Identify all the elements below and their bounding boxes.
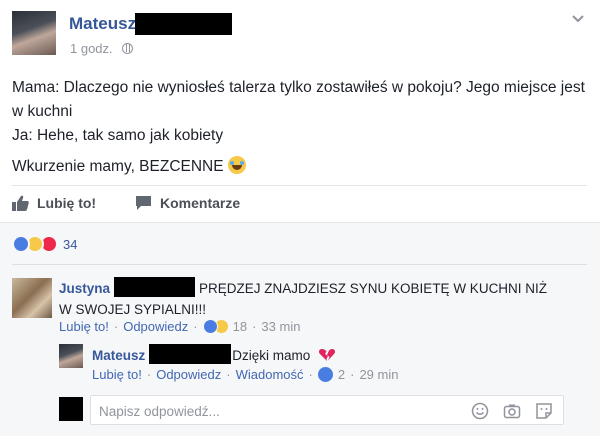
globe-icon [122, 43, 134, 54]
separator: · [252, 319, 257, 334]
divider [12, 185, 587, 186]
reactions-summary[interactable]: 34 [12, 235, 77, 253]
separator: · [193, 319, 198, 334]
separator: · [146, 367, 152, 382]
sticker-icon[interactable] [535, 402, 553, 420]
comment-time[interactable]: 33 min [261, 319, 300, 334]
reply-reaction-count[interactable]: 2 [338, 367, 345, 382]
separator: · [226, 367, 231, 382]
post-card: Mateusz 1 godz. Mama: Dlaczego nie wynio… [0, 0, 600, 222]
like-reaction-icon [12, 235, 30, 253]
author-avatar[interactable] [12, 11, 56, 55]
like-button[interactable]: Lubię to! [12, 195, 96, 211]
camera-icon[interactable] [503, 402, 521, 420]
comment-button-label: Komentarze [160, 195, 241, 211]
comment-button[interactable]: Komentarze [135, 195, 240, 211]
post-time[interactable]: 1 godz. [70, 41, 113, 56]
separator: · [113, 319, 119, 334]
comment-reply-link[interactable]: Odpowiedz [123, 319, 188, 334]
post-author-name[interactable]: Mateusz [69, 14, 136, 34]
reply-message-link[interactable]: Wiadomość [236, 367, 304, 382]
post-line: Ja: Hehe, tak samo jak kobiety [12, 127, 224, 144]
reply-body: Mateusz Dzięki mamo [92, 344, 336, 366]
comment-body: Justyna PRĘDZEJ ZNAJDZIESZ SYNU KOBIETĘ W… [59, 277, 559, 320]
post-line-text: Wkurzenie mamy, BEZCENNE [12, 158, 224, 175]
comment-icon [136, 196, 151, 210]
redaction-bar [149, 344, 232, 364]
reply-author-name[interactable]: Mateusz [92, 348, 145, 363]
reply-author-avatar[interactable] [59, 344, 83, 368]
post-meta: 1 godz. [70, 41, 134, 56]
separator: · [308, 367, 313, 382]
redaction-bar [135, 13, 232, 35]
comment-reaction-count[interactable]: 18 [233, 319, 247, 334]
current-user-avatar [59, 397, 83, 421]
comment-like-link[interactable]: Lubię to! [59, 319, 109, 334]
like-button-label: Lubię to! [37, 195, 97, 211]
post-text: Mama: Dlaczego nie wyniosłeś talerza tyl… [12, 76, 587, 179]
divider [12, 264, 587, 265]
reply-actions: Lubię to! · Odpowiedz · Wiadomość · 2 · … [92, 367, 398, 382]
chevron-down-icon[interactable] [571, 12, 585, 26]
laughing-emoji-icon [227, 156, 246, 174]
reply-time[interactable]: 29 min [359, 367, 398, 382]
post-line-final: Wkurzenie mamy, BEZCENNE [12, 155, 587, 179]
reply-text: Dzięki mamo [232, 348, 311, 363]
reply-reply-link[interactable]: Odpowiedz [156, 367, 221, 382]
reply-input[interactable] [99, 401, 459, 421]
reply-like-link[interactable]: Lubię to! [92, 367, 142, 382]
comments-section: 34 Justyna PRĘDZEJ ZNAJDZIESZ SYNU KOBIET… [0, 222, 600, 436]
reaction-count[interactable]: 34 [63, 237, 77, 252]
like-reaction-icon [317, 367, 333, 382]
post-line: Mama: Dlaczego nie wyniosłeś talerza tyl… [12, 79, 585, 120]
like-reaction-icon [202, 319, 218, 334]
redaction-bar [114, 277, 196, 297]
separator: · [350, 367, 355, 382]
commenter-name[interactable]: Justyna [59, 281, 110, 296]
emoji-icon[interactable] [471, 402, 489, 420]
broken-heart-icon [319, 349, 336, 361]
comment-actions: Lubię to! · Odpowiedz · 18 · 33 min [59, 319, 300, 334]
reply-input-box[interactable] [90, 395, 564, 425]
thumbs-up-icon [12, 195, 29, 211]
commenter-avatar[interactable] [12, 278, 52, 318]
